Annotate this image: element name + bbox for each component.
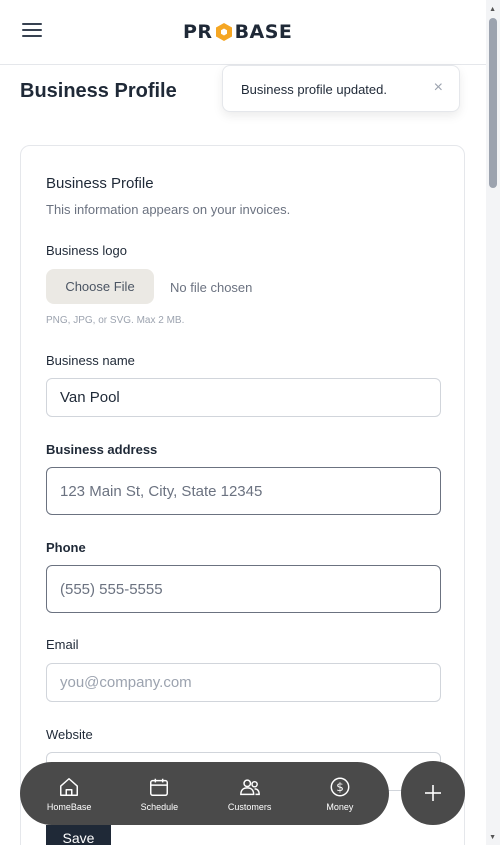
scroll-up-arrow-icon[interactable]: ▲ xyxy=(489,6,496,13)
email-placeholder: you@company.com xyxy=(60,674,192,691)
bottom-nav: HomeBase Schedule Customers $ Money xyxy=(20,762,389,825)
business-address-label: Business address xyxy=(46,442,158,457)
file-hint: PNG, JPG, or SVG. Max 2 MB. xyxy=(46,315,185,326)
business-logo-label: Business logo xyxy=(46,243,127,258)
toast-message: Business profile updated. xyxy=(241,82,387,97)
top-bar: PR BASE xyxy=(0,0,486,65)
save-button[interactable]: Save xyxy=(46,825,111,845)
logo-text-left: PR xyxy=(183,21,213,43)
home-icon xyxy=(60,777,79,796)
plus-icon xyxy=(425,785,441,801)
page-scrollbar[interactable]: ▲ ▼ xyxy=(486,0,500,845)
calendar-icon xyxy=(150,778,169,796)
hamburger-menu-icon[interactable] xyxy=(22,23,42,41)
add-fab-button[interactable] xyxy=(401,761,465,825)
nav-label-money: Money xyxy=(326,801,354,812)
business-profile-card: Business Profile This information appear… xyxy=(20,145,465,845)
choose-file-button[interactable]: Choose File xyxy=(46,269,154,304)
phone-label: Phone xyxy=(46,540,86,555)
email-label: Email xyxy=(46,637,79,652)
business-name-input[interactable]: Van Pool xyxy=(46,378,441,417)
svg-text:$: $ xyxy=(336,780,344,794)
nav-label-schedule: Schedule xyxy=(140,801,179,812)
users-icon xyxy=(239,778,260,795)
nav-item-money[interactable]: $ Money xyxy=(300,776,380,812)
business-name-label: Business name xyxy=(46,353,135,368)
probase-logo[interactable]: PR BASE xyxy=(183,20,292,44)
nav-item-homebase[interactable]: HomeBase xyxy=(29,776,109,812)
business-name-value: Van Pool xyxy=(60,389,120,406)
logo-hexagon-icon xyxy=(215,23,232,41)
nav-item-schedule[interactable]: Schedule xyxy=(119,776,199,812)
phone-placeholder: (555) 555-5555 xyxy=(60,580,163,598)
email-input[interactable]: you@company.com xyxy=(46,663,441,702)
scroll-thumb[interactable] xyxy=(489,18,497,188)
page-title: Business Profile xyxy=(20,80,177,102)
close-icon[interactable]: × xyxy=(434,79,443,97)
logo-text-right: BASE xyxy=(234,21,293,43)
nav-label-homebase: HomeBase xyxy=(46,801,92,812)
business-address-input[interactable]: 123 Main St, City, State 12345 xyxy=(46,467,441,515)
nav-item-customers[interactable]: Customers xyxy=(210,776,290,812)
phone-input[interactable]: (555) 555-5555 xyxy=(46,565,441,613)
scroll-down-arrow-icon[interactable]: ▼ xyxy=(489,834,496,841)
file-status: No file chosen xyxy=(170,280,253,295)
nav-label-customers: Customers xyxy=(227,801,272,812)
website-label: Website xyxy=(46,727,93,742)
dollar-icon: $ xyxy=(330,777,350,796)
card-title: Business Profile xyxy=(46,175,154,192)
business-address-placeholder: 123 Main St, City, State 12345 xyxy=(60,482,263,500)
success-toast: Business profile updated. × xyxy=(222,65,460,112)
card-subtitle: This information appears on your invoice… xyxy=(46,202,291,217)
